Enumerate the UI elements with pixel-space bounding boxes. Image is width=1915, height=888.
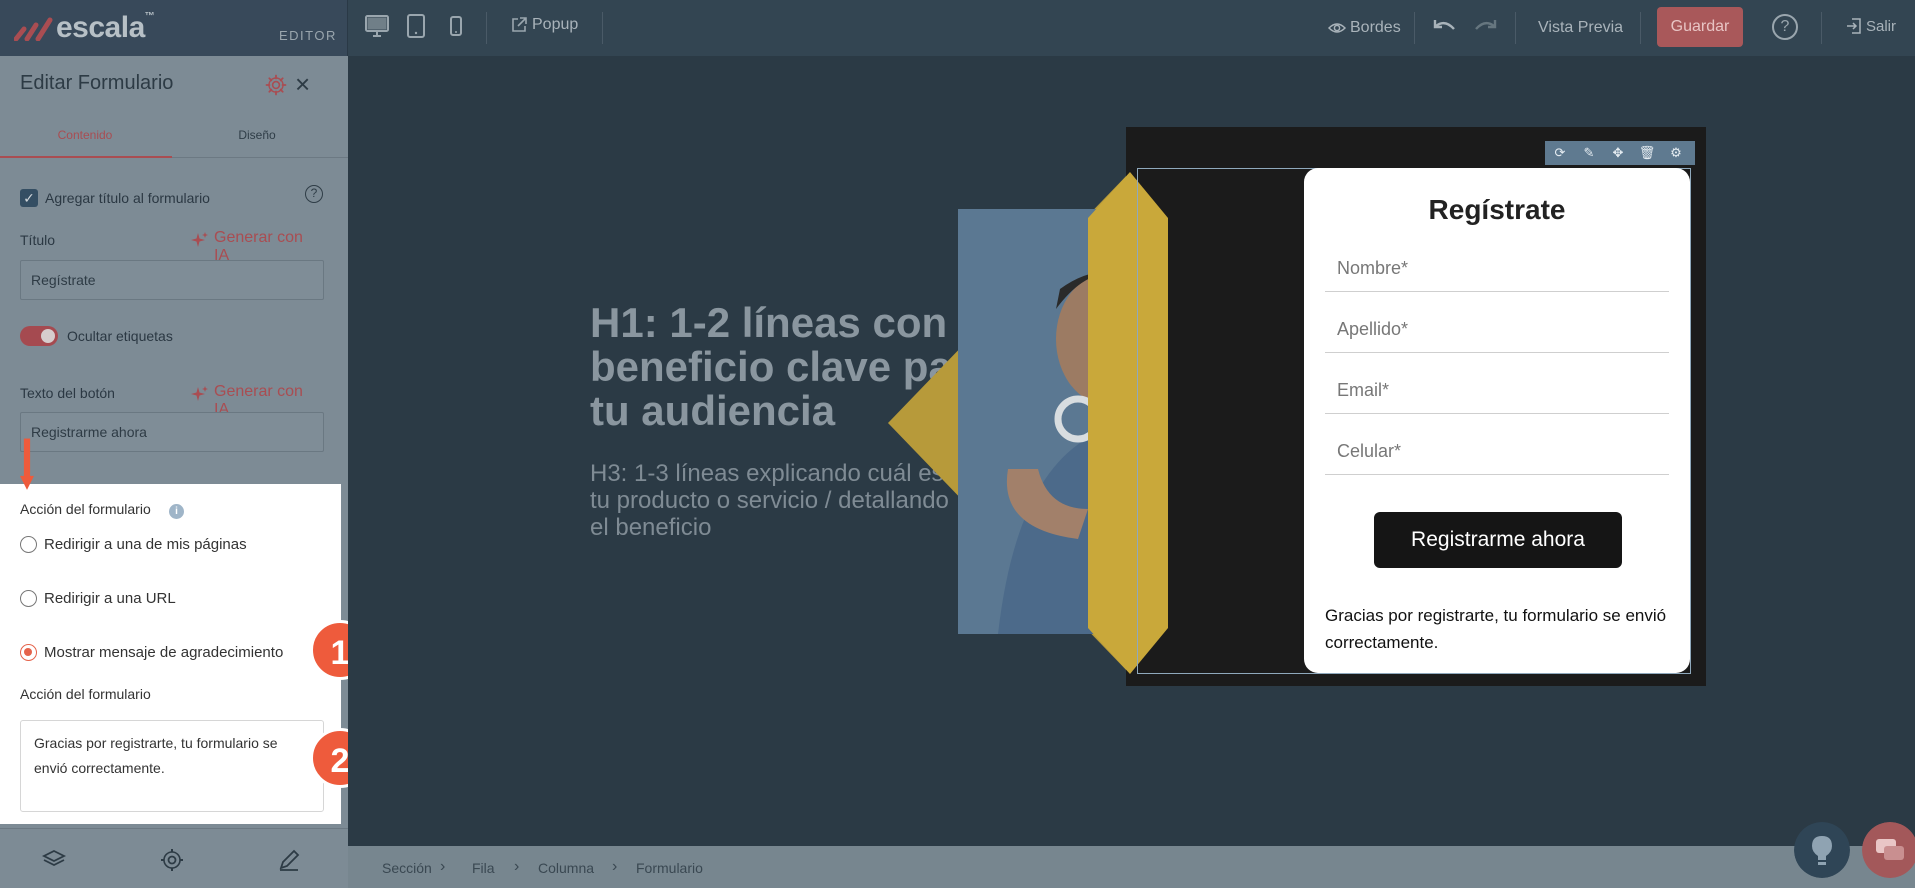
editor-label: EDITOR bbox=[279, 28, 337, 43]
help-icon[interactable]: ? bbox=[1772, 14, 1798, 40]
add-title-checkbox[interactable]: ✓ bbox=[20, 189, 38, 207]
exit-button[interactable]: Salir bbox=[1846, 16, 1908, 38]
form-action-label: Acción del formulario bbox=[20, 501, 151, 517]
form-thank-you-message: Gracias por registrarte, tu formulario s… bbox=[1325, 606, 1667, 652]
form-field-apellido[interactable]: Apellido* bbox=[1325, 311, 1669, 353]
chevron-right-icon: › bbox=[440, 858, 446, 875]
form-field-email[interactable]: Email* bbox=[1325, 372, 1669, 414]
chevron-right-icon: › bbox=[514, 858, 520, 875]
settings-icon[interactable] bbox=[159, 847, 185, 873]
logo-area: escala™ EDITOR bbox=[0, 0, 348, 56]
button-text-label: Texto del botón bbox=[20, 385, 115, 401]
chat-icon[interactable] bbox=[1862, 822, 1915, 878]
sidebar-bottom-bar bbox=[0, 828, 348, 888]
popup-label: Popup bbox=[532, 16, 579, 33]
breadcrumb-item-fila[interactable]: Fila bbox=[472, 860, 495, 876]
mobile-icon[interactable] bbox=[448, 14, 464, 38]
radio-redirect-url-label: Redirigir a una URL bbox=[44, 590, 176, 607]
element-toolbar: ⟳ ✎ ✥ 🗑 ⚙ bbox=[1545, 141, 1695, 165]
move-icon[interactable]: ✥ bbox=[1609, 144, 1627, 162]
arrow-down-icon bbox=[20, 438, 34, 490]
sparkle-icon bbox=[191, 232, 208, 247]
toolbar-separator bbox=[1515, 12, 1516, 44]
sparkle-icon bbox=[191, 386, 208, 401]
desktop-icon[interactable] bbox=[364, 14, 390, 38]
toolbar-separator bbox=[602, 12, 603, 44]
close-icon[interactable]: × bbox=[295, 71, 310, 97]
breadcrumb-item-seccion[interactable]: Sección bbox=[382, 860, 432, 876]
save-button[interactable]: Guardar bbox=[1657, 7, 1743, 47]
radio-redirect-page-label: Redirigir a una de mis páginas bbox=[44, 536, 247, 553]
exit-icon bbox=[1847, 18, 1861, 34]
generate-ai-title-button[interactable]: Generar con IA bbox=[191, 228, 321, 264]
gear-icon[interactable]: ⚙ bbox=[1667, 144, 1685, 162]
bordes-label: Bordes bbox=[1350, 19, 1401, 36]
edit-icon[interactable]: ✎ bbox=[1580, 144, 1598, 162]
lightbulb-icon[interactable] bbox=[1794, 822, 1850, 878]
generate-ai-button-text-button[interactable]: Generar con IA bbox=[191, 382, 321, 418]
chevron-right-icon: › bbox=[612, 858, 618, 875]
tab-bar: Contenido Diseño bbox=[0, 114, 348, 158]
bordes-toggle[interactable]: Bordes bbox=[1328, 18, 1418, 40]
hide-labels-toggle[interactable] bbox=[20, 326, 58, 346]
exit-label: Salir bbox=[1866, 18, 1897, 35]
form-field-celular[interactable]: Celular* bbox=[1325, 433, 1669, 475]
help-icon[interactable]: ? bbox=[305, 185, 323, 203]
refresh-icon[interactable]: ⟳ bbox=[1551, 144, 1569, 162]
form-submit-button[interactable]: Registrarme ahora bbox=[1374, 512, 1622, 568]
breadcrumb-item-formulario[interactable]: Formulario bbox=[636, 860, 703, 876]
preview-button[interactable]: Vista Previa bbox=[1538, 19, 1623, 37]
action-message-label: Acción del formulario bbox=[20, 686, 151, 702]
gear-icon[interactable] bbox=[265, 74, 287, 96]
add-title-label: Agregar título al formulario bbox=[45, 190, 210, 206]
radio-thank-you-label: Mostrar mensaje de agradecimiento bbox=[44, 644, 284, 661]
radio-redirect-page[interactable] bbox=[20, 536, 37, 553]
toolbar-separator bbox=[1821, 12, 1822, 44]
form-action-panel: Acción del formulario i Redirigir a una … bbox=[0, 484, 341, 824]
signup-form: Regístrate Nombre* Apellido* Email* Celu… bbox=[1304, 168, 1690, 673]
form-field-nombre[interactable]: Nombre* bbox=[1325, 250, 1669, 292]
toolbar-separator bbox=[1414, 12, 1415, 44]
radio-thank-you-message[interactable] bbox=[20, 644, 37, 661]
info-icon[interactable]: i bbox=[169, 504, 184, 519]
panel-title: Editar Formulario bbox=[20, 72, 174, 94]
eye-icon bbox=[1328, 23, 1346, 33]
undo-icon[interactable] bbox=[1432, 17, 1458, 37]
external-link-icon bbox=[512, 17, 527, 32]
redo-icon[interactable] bbox=[1472, 17, 1498, 37]
button-text-input[interactable]: Registrarme ahora bbox=[20, 412, 324, 452]
thank-you-message-textarea[interactable]: Gracias por registrarte, tu formulario s… bbox=[20, 720, 324, 812]
tab-contenido[interactable]: Contenido bbox=[0, 128, 170, 142]
title-input[interactable]: Regístrate bbox=[20, 260, 324, 300]
top-toolbar: escala™ EDITOR Popup Bordes Vista Previa… bbox=[0, 0, 1915, 56]
layers-icon[interactable] bbox=[41, 847, 67, 873]
breadcrumb-item-columna[interactable]: Columna bbox=[538, 860, 594, 876]
tab-diseno[interactable]: Diseño bbox=[172, 128, 342, 142]
breadcrumb: Sección › Fila › Columna › Formulario bbox=[348, 846, 1915, 888]
title-field-label: Título bbox=[20, 232, 56, 248]
pen-icon[interactable] bbox=[276, 847, 302, 873]
toolbar-separator bbox=[486, 12, 487, 44]
form-title: Regístrate bbox=[1428, 194, 1566, 225]
tablet-icon[interactable] bbox=[406, 14, 426, 38]
active-tab-indicator bbox=[0, 156, 172, 158]
radio-redirect-url[interactable] bbox=[20, 590, 37, 607]
logo-mark-icon bbox=[14, 17, 53, 41]
toolbar-separator bbox=[1640, 12, 1641, 44]
trash-icon[interactable]: 🗑 bbox=[1638, 144, 1656, 162]
hide-labels-label: Ocultar etiquetas bbox=[67, 328, 173, 344]
logo-text: escala™ bbox=[56, 11, 155, 44]
